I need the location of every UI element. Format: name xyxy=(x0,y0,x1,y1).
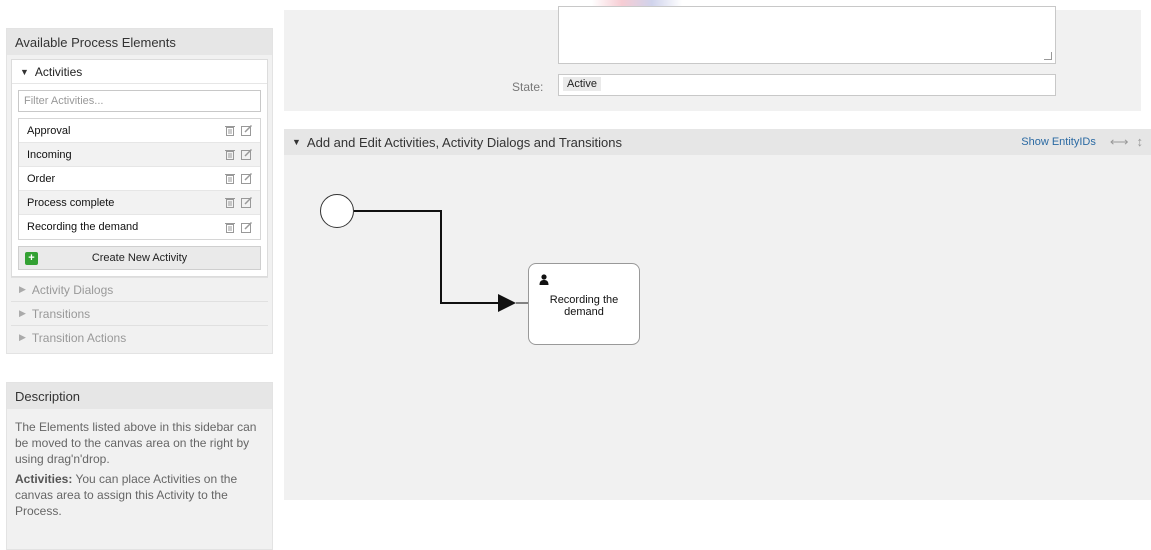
horizontal-resize-icon[interactable]: ⟷ xyxy=(1110,134,1129,150)
edit-icon[interactable] xyxy=(241,221,252,233)
canvas-header[interactable]: ▼ Add and Edit Activities, Activity Dial… xyxy=(284,129,1151,155)
resize-grip-icon[interactable] xyxy=(1044,52,1052,60)
description-activities-bold: Activities: xyxy=(15,472,73,486)
accordion-header-activity-dialogs[interactable]: ▶ Activity Dialogs xyxy=(11,277,268,301)
accordion-header-transition-actions[interactable]: ▶ Transition Actions xyxy=(11,325,268,349)
process-properties-panel: State: Active xyxy=(284,6,1141,111)
user-icon xyxy=(539,274,549,285)
accordion-header-transitions[interactable]: ▶ Transitions xyxy=(11,301,268,325)
triangle-right-icon: ▶ xyxy=(19,332,26,342)
activity-item-label: Incoming xyxy=(27,148,72,161)
available-process-elements-title: Available Process Elements xyxy=(7,29,272,55)
vertical-resize-icon[interactable]: ↕ xyxy=(1137,134,1144,150)
triangle-right-icon: ▶ xyxy=(19,284,26,294)
triangle-down-icon: ▼ xyxy=(20,66,29,77)
description-activities-text: Activities: You can place Activities on … xyxy=(15,471,264,519)
edit-icon[interactable] xyxy=(241,173,252,184)
activity-box-recording-the-demand[interactable]: Recording the demand xyxy=(528,263,640,345)
edit-icon[interactable] xyxy=(241,149,252,160)
start-event-circle[interactable] xyxy=(320,194,354,228)
activity-dialogs-label: Activity Dialogs xyxy=(31,282,114,297)
canvas-title: Add and Edit Activities, Activity Dialog… xyxy=(306,134,622,150)
activity-item-incoming[interactable]: Incoming xyxy=(19,143,260,167)
transition-connector[interactable] xyxy=(284,155,1151,500)
trash-icon[interactable] xyxy=(225,149,235,160)
activity-item-label: Order xyxy=(27,172,56,185)
trash-icon[interactable] xyxy=(225,222,235,233)
create-new-activity-label: Create New Activity xyxy=(91,252,188,264)
transition-actions-label: Transition Actions xyxy=(31,330,127,345)
triangle-right-icon: ▶ xyxy=(19,308,26,318)
activities-list: Approval Incoming Order Process complete… xyxy=(18,118,261,240)
create-new-activity-button[interactable]: + Create New Activity xyxy=(18,246,261,270)
state-label: State: xyxy=(512,80,544,94)
trash-icon[interactable] xyxy=(225,197,235,208)
activities-section: ▼ Activities Approval Incoming xyxy=(11,59,268,277)
description-body: The Elements listed above in this sideba… xyxy=(7,409,272,549)
sidebar: Available Process Elements ▼ Activities … xyxy=(6,28,273,550)
filter-activities-input[interactable] xyxy=(18,90,261,112)
show-entity-ids-link[interactable]: Show EntityIDs xyxy=(1021,136,1096,148)
activity-box-label: Recording the demand xyxy=(549,294,619,318)
description-textarea[interactable] xyxy=(558,6,1056,64)
activity-item-recording-the-demand[interactable]: Recording the demand xyxy=(19,215,260,239)
edit-icon[interactable] xyxy=(241,125,252,136)
state-value: Active xyxy=(563,77,601,91)
activities-label: Activities xyxy=(34,64,83,79)
activity-item-approval[interactable]: Approval xyxy=(19,119,260,143)
activity-item-label: Recording the demand xyxy=(27,221,139,233)
activities-filter xyxy=(18,90,261,112)
state-select[interactable]: Active xyxy=(558,74,1056,96)
activities-accordion-header[interactable]: ▼ Activities xyxy=(12,60,267,84)
accordion: ▼ Activities Approval Incoming xyxy=(7,55,272,353)
description-text: The Elements listed above in this sideba… xyxy=(15,420,257,466)
canvas-widget: ▼ Add and Edit Activities, Activity Dial… xyxy=(284,129,1151,500)
process-canvas[interactable]: Recording the demand xyxy=(284,155,1151,500)
available-process-elements-widget: Available Process Elements ▼ Activities … xyxy=(6,28,273,354)
triangle-down-icon: ▼ xyxy=(292,137,301,147)
activity-item-label: Process complete xyxy=(27,196,115,209)
trash-icon[interactable] xyxy=(225,173,235,184)
description-title: Description xyxy=(7,383,272,409)
activity-item-label: Approval xyxy=(27,124,71,137)
activity-item-process-complete[interactable]: Process complete xyxy=(19,191,260,215)
activity-item-order[interactable]: Order xyxy=(19,167,260,191)
trash-icon[interactable] xyxy=(225,125,235,136)
edit-icon[interactable] xyxy=(241,197,252,208)
description-widget: Description The Elements listed above in… xyxy=(6,382,273,550)
transitions-label: Transitions xyxy=(31,306,91,321)
